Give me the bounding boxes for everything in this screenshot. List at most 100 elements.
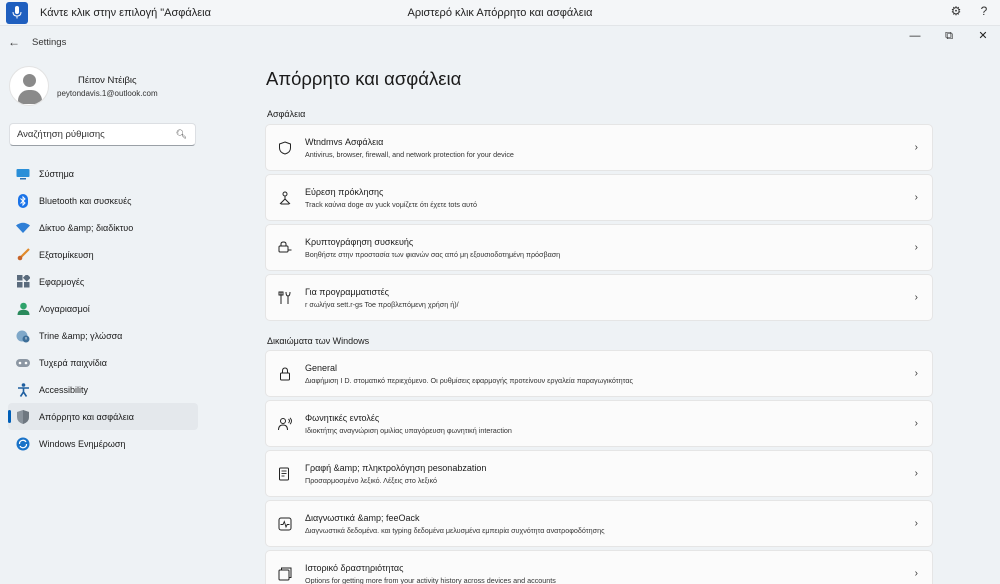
pen-document-icon <box>277 466 293 482</box>
card-diagnostics-feedback[interactable]: Διαγνωστικά &amp; feeOack Διαγνωστικά δε… <box>265 500 933 547</box>
arrow-left-icon[interactable]: ← <box>8 35 20 49</box>
sidebar-item-label: Τυχερά παιχνίδια <box>39 357 107 368</box>
card-title: Εύρεση πρόκλησης <box>305 186 384 197</box>
accessibility-icon <box>16 382 30 397</box>
profile-email: peytondavis.1@outlook.com <box>57 88 158 98</box>
sidebar-item-label: Trine &amp; γλώσσα <box>39 330 123 341</box>
card-speech[interactable]: Φωνητικές εντολές Ιδιοκτήτης αναγνώριση … <box>265 400 933 447</box>
sidebar-item-label: Εξατομίκευση <box>39 249 94 260</box>
search-input[interactable] <box>17 129 177 140</box>
nav-list: Σύστημα Bluetooth και συσκευές Δίκτυο &a… <box>8 160 198 457</box>
card-device-encryption[interactable]: Κρυπτογράφηση συσκευής Βοηθήστε στην προ… <box>265 224 933 271</box>
search-box[interactable]: 🔍︎ <box>9 123 196 146</box>
profile-name: Πέιτον Ντέιβις <box>78 74 137 86</box>
voice-person-icon <box>277 416 293 432</box>
section-header-security: Ασφάλεια <box>267 109 306 119</box>
chevron-right-icon: › <box>914 568 918 579</box>
close-button[interactable]: ✕ <box>966 26 1000 46</box>
card-title: Φωνητικές εντολές <box>305 412 380 423</box>
card-description: Track καύνια doge αν yuck νομίζετε ότι έ… <box>305 199 477 209</box>
brush-icon <box>16 248 30 262</box>
minimize-button[interactable]: — <box>898 26 932 46</box>
microphone-icon <box>12 6 22 19</box>
chevron-right-icon: › <box>914 192 918 203</box>
card-for-developers[interactable]: Για προγραμματιστές r σωλήνα sett.r-gs T… <box>265 274 933 321</box>
sidebar-item-time-language[interactable]: Trine &amp; γλώσσα <box>8 322 198 349</box>
gear-icon[interactable]: ⚙ <box>948 4 964 18</box>
card-title: Ιστορικό δραστηριότητας <box>305 562 404 573</box>
chevron-right-icon: › <box>914 292 918 303</box>
activity-history-icon <box>277 566 293 582</box>
sidebar-item-personalization[interactable]: Εξατομίκευση <box>8 241 198 268</box>
card-description: Ιδιοκτήτης αναγνώριση ομιλίας υπαγόρευση… <box>305 425 512 435</box>
sidebar-item-system[interactable]: Σύστημα <box>8 160 198 187</box>
app-title: Settings <box>32 37 67 48</box>
sidebar-item-apps[interactable]: Εφαρμογές <box>8 268 198 295</box>
main-content: Απόρρητο και ασφάλεια Ασφάλεια Wtndmvs Α… <box>265 58 933 584</box>
lock-key-icon <box>277 240 293 256</box>
card-description: Βοηθήστε στην προστασία των φιανών σας α… <box>305 249 561 259</box>
lock-icon <box>277 366 293 382</box>
diagnostics-icon <box>277 516 293 532</box>
sidebar-item-label: Εφαρμογές <box>39 276 85 287</box>
sidebar-item-bluetooth[interactable]: Bluetooth και συσκευές <box>8 187 198 214</box>
update-icon <box>16 437 30 451</box>
sidebar-item-windows-update[interactable]: Windows Ενημέρωση <box>8 430 198 457</box>
card-title: Κρυπτογράφηση συσκευής <box>305 236 414 247</box>
card-find-my-device[interactable]: Εύρεση πρόκλησης Track καύνια doge αν yu… <box>265 174 933 221</box>
chevron-right-icon: › <box>914 142 918 153</box>
apps-icon <box>16 275 30 289</box>
shield-icon <box>16 409 30 424</box>
card-general[interactable]: General Διαφήμιση I D. στοματικό περιεχό… <box>265 350 933 397</box>
voice-access-bar: Κάντε κλικ στην επιλογή "Ασφάλεια Αριστε… <box>0 0 1000 26</box>
monitor-icon <box>16 167 30 181</box>
search-icon[interactable]: 🔍︎ <box>176 129 187 140</box>
card-title: Διαγνωστικά &amp; feeOack <box>305 512 420 523</box>
voice-bar-left-text: Κάντε κλικ στην επιλογή "Ασφάλεια <box>40 6 211 19</box>
sidebar-item-gaming[interactable]: Τυχερά παιχνίδια <box>8 349 198 376</box>
chevron-right-icon: › <box>914 368 918 379</box>
sidebar-item-network[interactable]: Δίκτυο &amp; διαδίκτυο <box>8 214 198 241</box>
card-description: Διαφήμιση I D. στοματικό περιεχόμενο. Οι… <box>305 375 633 385</box>
sidebar-item-label: Bluetooth και συσκευές <box>39 195 132 206</box>
bluetooth-icon <box>16 193 30 208</box>
sidebar-item-label: Λογαριασμοί <box>39 303 90 314</box>
user-profile[interactable]: Πέιτον Ντέιβις peytondavis.1@outlook.com <box>9 66 158 106</box>
card-title: General <box>305 362 338 373</box>
sidebar-item-label: Windows Ενημέρωση <box>39 438 126 449</box>
tools-icon <box>277 290 293 306</box>
page-title: Απόρρητο και ασφάλεια <box>266 68 462 89</box>
person-icon <box>16 302 30 316</box>
avatar <box>9 66 49 106</box>
sidebar-item-privacy-security[interactable]: Απόρρητο και ασφάλεια <box>8 403 198 430</box>
card-title: Γραφή &amp; πληκτρολόγηση pesonabzation <box>305 462 487 473</box>
sidebar-item-label: Δίκτυο &amp; διαδίκτυο <box>39 222 134 233</box>
sidebar-item-accessibility[interactable]: Accessibility <box>8 376 198 403</box>
shield-outline-icon <box>277 140 293 156</box>
card-description: Διαγνωστικά δεδομένα. και typing δεδομέν… <box>305 525 605 535</box>
sidebar-item-label: Απόρρητο και ασφάλεια <box>39 411 135 422</box>
sidebar-item-accounts[interactable]: Λογαριασμοί <box>8 295 198 322</box>
card-windows-security[interactable]: Wtndmvs Ασφάλεια Antivirus, browser, fir… <box>265 124 933 171</box>
card-title: Wtndmvs Ασφάλεια <box>305 136 384 147</box>
sidebar-item-label: Accessibility <box>39 384 89 395</box>
card-title: Για προγραμματιστές <box>305 286 390 297</box>
card-inking-typing[interactable]: Γραφή &amp; πληκτρολόγηση pesonabzation … <box>265 450 933 497</box>
globe-clock-icon <box>16 329 30 343</box>
section-header-windows-permissions: Δικαιώματα των Windows <box>267 336 370 346</box>
card-description: Options for getting more from your activ… <box>305 575 556 584</box>
card-description: r σωλήνα sett.r-gs Toe προβλεπόμενη χρήσ… <box>305 299 459 309</box>
chevron-right-icon: › <box>914 418 918 429</box>
chevron-right-icon: › <box>914 242 918 253</box>
help-icon[interactable]: ? <box>976 4 992 18</box>
window-titlebar: ← Settings — ⧉ ✕ <box>0 26 1000 58</box>
restore-button[interactable]: ⧉ <box>932 26 966 46</box>
wifi-icon <box>16 221 30 235</box>
card-activity-history[interactable]: Ιστορικό δραστηριότητας Options for gett… <box>265 550 933 584</box>
chevron-right-icon: › <box>914 468 918 479</box>
card-description: Antivirus, browser, firewall, and networ… <box>305 149 514 159</box>
sidebar-item-label: Σύστημα <box>39 168 74 179</box>
chevron-right-icon: › <box>914 518 918 529</box>
microphone-button[interactable] <box>6 1 28 24</box>
card-description: Προσαρμοσμένο λεξικό. Λέξεις στο λεξικό <box>305 475 437 485</box>
